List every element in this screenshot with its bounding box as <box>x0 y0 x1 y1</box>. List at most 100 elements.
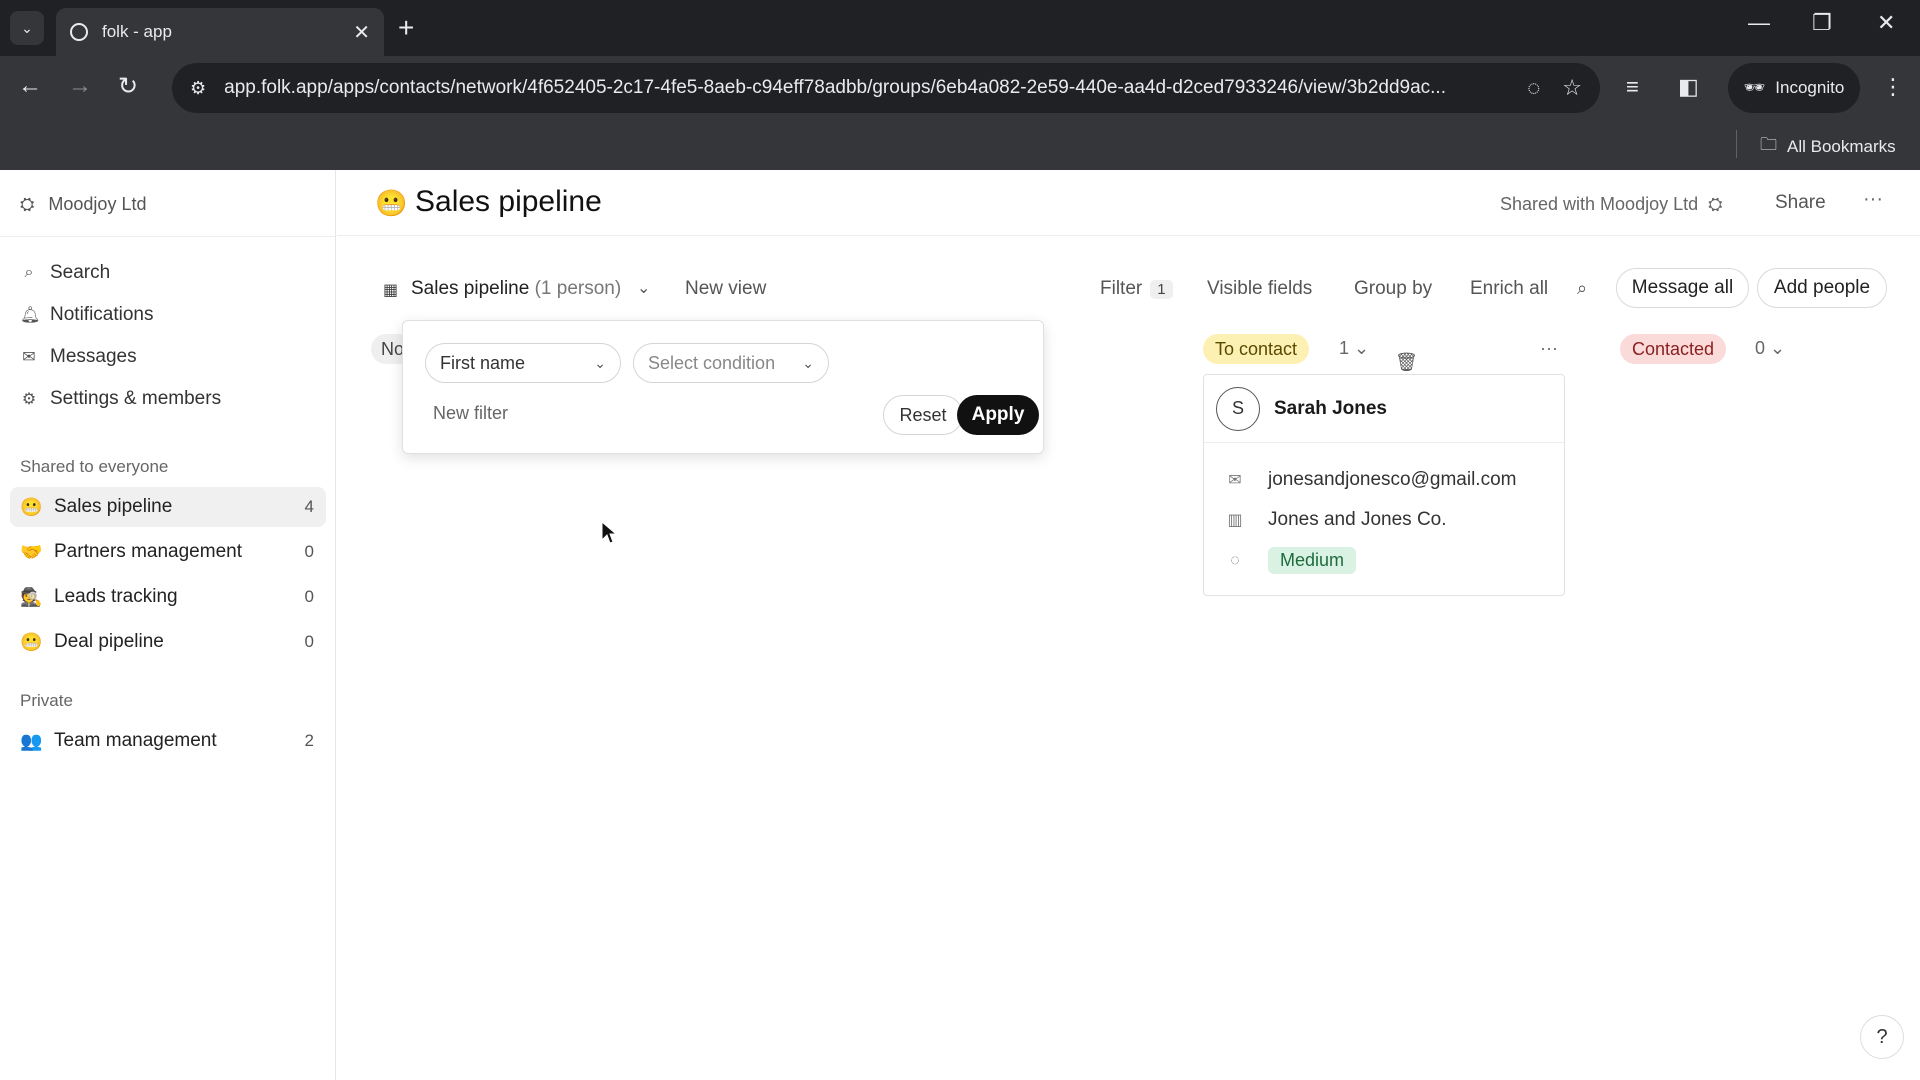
card-email-row: ✉ jonesandjonesco@gmail.com <box>1226 469 1516 491</box>
shared-with-indicator[interactable]: Shared with Moodjoy Ltd ⛭ <box>1500 194 1723 215</box>
page-emoji-icon: 😬 <box>375 188 408 218</box>
column-count: 1 <box>1339 338 1350 358</box>
site-info-icon[interactable]: ⚙ <box>190 78 206 99</box>
more-options-icon[interactable]: ··· <box>1863 188 1883 211</box>
bell-icon: 🔔︎ <box>20 307 41 324</box>
sidebar-item-search[interactable]: ⌕ Search <box>20 262 111 284</box>
group-name: Leads tracking <box>54 586 178 607</box>
all-bookmarks-label: All Bookmarks <box>1787 136 1896 156</box>
contact-name[interactable]: Sarah Jones <box>1274 398 1387 420</box>
sidebar-group-leads-tracking[interactable]: 🕵 Leads tracking 0 <box>10 577 326 617</box>
new-filter-button[interactable]: New filter <box>433 403 508 424</box>
group-name: Sales pipeline <box>54 496 173 517</box>
new-tab-icon[interactable]: + <box>398 12 414 44</box>
column-count: 0 <box>1755 338 1766 358</box>
back-icon[interactable]: ← <box>18 72 42 100</box>
column-header-contacted[interactable]: Contacted <box>1620 334 1727 364</box>
filter-count-badge: 1 <box>1150 280 1173 299</box>
new-view-button[interactable]: New view <box>685 278 766 300</box>
private-heading: Private <box>20 691 73 710</box>
folk-app: ⛭ Moodjoy Ltd ⌕ Search 🔔︎ Notifications … <box>0 170 1920 1080</box>
forward-icon[interactable]: → <box>68 72 92 100</box>
chevron-down-icon[interactable]: ⌄ <box>637 278 650 298</box>
minimize-icon[interactable]: — <box>1748 10 1770 36</box>
filter-field-value: First name <box>440 352 526 373</box>
sidebar-item-messages[interactable]: ✉ Messages <box>20 346 137 368</box>
eye-off-icon[interactable]: ◌ <box>1527 75 1540 101</box>
tab-search-dropdown[interactable]: ⌄ <box>10 11 44 45</box>
filter-field-select[interactable]: First name ⌄ <box>425 343 621 383</box>
help-button[interactable]: ? <box>1860 1015 1904 1059</box>
bookmark-star-icon[interactable]: ☆ <box>1562 75 1582 101</box>
card-header: S Sarah Jones <box>1204 375 1564 443</box>
mouse-cursor-icon <box>601 521 617 544</box>
sidebar-group-sales-pipeline[interactable]: 😬 Sales pipeline 4 <box>10 487 326 527</box>
tab-close-icon[interactable]: ✕ <box>353 20 370 45</box>
column-count-contacted[interactable]: 0 ⌄ <box>1755 338 1785 359</box>
group-count: 2 <box>304 731 314 750</box>
search-icon[interactable]: ⌕ <box>1577 278 1587 299</box>
contact-email[interactable]: jonesandjonesco@gmail.com <box>1268 469 1516 491</box>
circle-chevron-icon: ◌ <box>1230 551 1240 569</box>
sidebar: ⛭ Moodjoy Ltd ⌕ Search 🔔︎ Notifications … <box>0 170 336 1080</box>
filter-popover: First name ⌄ Select condition ⌄ New filt… <box>402 320 1044 454</box>
group-count: 4 <box>304 497 314 516</box>
priority-tag[interactable]: Medium <box>1268 547 1357 574</box>
search-icon: ⌕ <box>24 264 34 281</box>
gear-icon: ⚙ <box>21 391 37 408</box>
column-count-to-contact[interactable]: 1 ⌄ <box>1339 338 1369 359</box>
incognito-indicator[interactable]: 🕶 Incognito <box>1728 63 1860 113</box>
reload-icon[interactable]: ↻ <box>118 72 138 101</box>
filter-button[interactable]: Filter 1 <box>1100 278 1173 300</box>
sidebar-item-notifications[interactable]: 🔔︎ Notifications <box>20 304 154 326</box>
delete-filter-icon[interactable]: 🗑︎ <box>1395 352 1418 373</box>
side-panel-icon[interactable]: ◧ <box>1678 74 1699 100</box>
url-text[interactable]: app.folk.app/apps/contacts/network/4f652… <box>224 77 1505 99</box>
sidebar-group-deal-pipeline[interactable]: 😬 Deal pipeline 0 <box>10 622 326 662</box>
close-window-icon[interactable]: ✕ <box>1877 10 1895 36</box>
message-all-button[interactable]: Message all <box>1616 268 1749 308</box>
sidebar-group-team-management[interactable]: 👥 Team management 2 <box>10 721 326 761</box>
enrich-all-button[interactable]: Enrich all <box>1470 278 1548 300</box>
contact-card[interactable]: S Sarah Jones ✉ jonesandjonesco@gmail.co… <box>1203 374 1565 596</box>
all-bookmarks-button[interactable]: 🗀 All Bookmarks <box>1760 132 1896 161</box>
shared-heading: Shared to everyone <box>20 457 169 476</box>
folk-favicon-icon <box>70 23 88 41</box>
filter-condition-select[interactable]: Select condition ⌄ <box>633 343 829 383</box>
browser-tab[interactable]: folk - app ✕ <box>56 8 384 56</box>
chevron-down-icon: ⌄ <box>802 354 814 371</box>
avatar: S <box>1216 386 1260 431</box>
sidebar-item-label: Search <box>50 262 111 283</box>
visible-fields-button[interactable]: Visible fields <box>1207 278 1312 300</box>
view-name: Sales pipeline <box>411 278 530 299</box>
sidebar-item-label: Messages <box>50 346 137 367</box>
group-count: 0 <box>304 587 314 606</box>
card-priority-row: ◌ Medium <box>1226 547 1357 574</box>
grimace-emoji-icon: 😬 <box>20 631 43 652</box>
column-more-icon[interactable]: ··· <box>1540 338 1558 359</box>
detective-emoji-icon: 🕵 <box>20 586 43 607</box>
card-company-row: ▥ Jones and Jones Co. <box>1226 509 1447 531</box>
sidebar-item-settings[interactable]: ⚙ Settings & members <box>20 388 221 410</box>
workspace-switcher[interactable]: ⛭ Moodjoy Ltd <box>20 194 146 215</box>
sidebar-item-label: Settings & members <box>50 388 222 409</box>
address-bar[interactable]: ⚙ app.folk.app/apps/contacts/network/4f6… <box>172 63 1600 113</box>
group-by-button[interactable]: Group by <box>1354 278 1432 300</box>
media-icon[interactable]: ≡ <box>1626 74 1639 100</box>
share-button[interactable]: Share <box>1775 192 1826 214</box>
people-emoji-icon: 👥 <box>20 730 43 751</box>
group-name: Deal pipeline <box>54 631 164 652</box>
contact-company[interactable]: Jones and Jones Co. <box>1268 509 1447 531</box>
add-people-button[interactable]: Add people <box>1757 268 1887 308</box>
apply-button[interactable]: Apply <box>957 395 1039 435</box>
view-count: (1 person) <box>534 278 622 299</box>
view-selector[interactable]: Sales pipeline (1 person) <box>411 278 621 300</box>
browser-menu-icon[interactable]: ⋮ <box>1882 74 1904 100</box>
sidebar-group-partners-management[interactable]: 🤝 Partners management 0 <box>10 532 326 572</box>
group-name: Team management <box>54 730 217 751</box>
reset-button[interactable]: Reset <box>883 395 963 435</box>
chevron-down-icon: ⌄ <box>594 354 606 371</box>
restore-icon[interactable]: ❐ <box>1812 10 1832 36</box>
column-header-to-contact[interactable]: To contact <box>1203 334 1310 364</box>
main-content: 😬 Sales pipeline Shared with Moodjoy Ltd… <box>337 170 1920 1080</box>
